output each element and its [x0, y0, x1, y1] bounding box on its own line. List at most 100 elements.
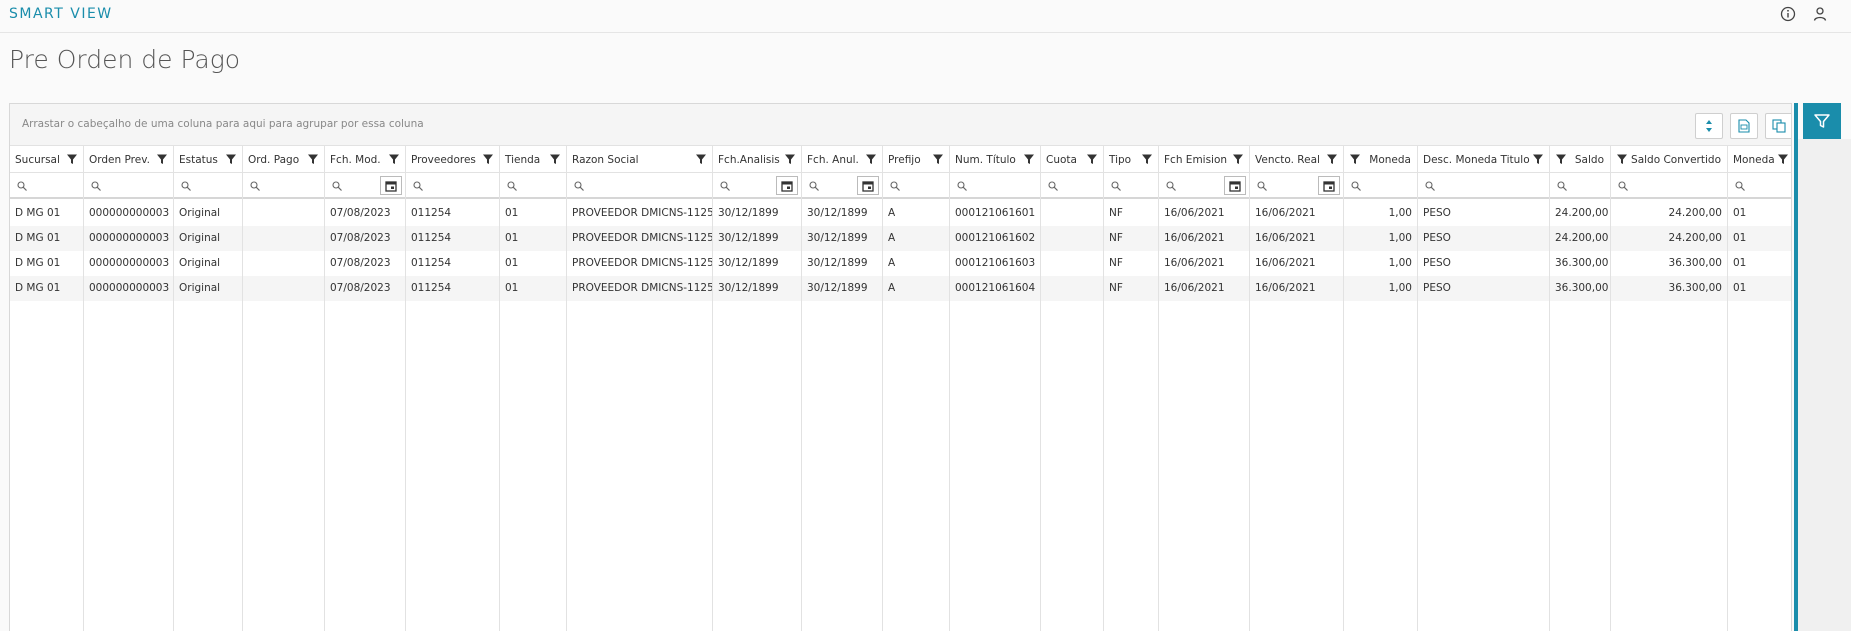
user-icon[interactable] — [1812, 6, 1828, 22]
column-filter-input[interactable] — [1159, 173, 1249, 199]
table-cell[interactable]: 011254 — [406, 201, 499, 226]
column-header[interactable]: Cuota — [1041, 146, 1103, 173]
column-filter-input[interactable] — [1104, 173, 1158, 199]
table-cell[interactable]: PESO — [1418, 201, 1549, 226]
column-filter-input[interactable] — [1728, 173, 1791, 199]
column-header[interactable]: Moneda — [1344, 146, 1417, 173]
column-header[interactable]: Num. Título — [950, 146, 1040, 173]
table-cell[interactable]: 16/06/2021 — [1250, 251, 1343, 276]
table-cell[interactable]: 24.200,00 — [1611, 226, 1727, 251]
table-cell[interactable]: A — [883, 251, 949, 276]
table-cell[interactable]: 36.300,00 — [1611, 251, 1727, 276]
column-header[interactable]: Sucursal — [10, 146, 83, 173]
table-cell[interactable]: 30/12/1899 — [713, 276, 801, 301]
table-cell[interactable]: 24.200,00 — [1550, 226, 1610, 251]
table-cell[interactable]: 16/06/2021 — [1250, 276, 1343, 301]
table-cell[interactable]: 16/06/2021 — [1159, 276, 1249, 301]
column-filter-input[interactable] — [325, 173, 405, 199]
table-cell[interactable]: 01 — [1728, 201, 1791, 226]
table-cell[interactable]: 36.300,00 — [1550, 251, 1610, 276]
table-cell[interactable]: 1,00 — [1344, 226, 1417, 251]
column-header[interactable]: Moneda — [1728, 146, 1791, 173]
table-cell[interactable]: 011254 — [406, 276, 499, 301]
column-filter-input[interactable] — [1250, 173, 1343, 199]
table-cell[interactable]: PROVEEDOR DMICNS-11254 — [567, 276, 712, 301]
export-csv-button[interactable] — [1730, 113, 1758, 139]
table-cell[interactable]: NF — [1104, 251, 1158, 276]
table-cell[interactable] — [243, 226, 324, 251]
column-filter-icon[interactable] — [695, 153, 707, 165]
table-cell[interactable] — [1041, 226, 1103, 251]
column-header[interactable]: Orden Prev. — [84, 146, 173, 173]
table-cell[interactable]: 30/12/1899 — [713, 201, 801, 226]
table-cell[interactable]: 000121061604 — [950, 276, 1040, 301]
table-cell[interactable]: Original — [174, 276, 242, 301]
table-cell[interactable]: 01 — [500, 226, 566, 251]
info-icon[interactable] — [1780, 6, 1796, 22]
table-cell[interactable]: 000000000003 — [84, 276, 173, 301]
column-filter-input[interactable] — [567, 173, 712, 199]
table-cell[interactable]: 000121061603 — [950, 251, 1040, 276]
column-filter-icon[interactable] — [1555, 153, 1567, 165]
table-cell[interactable]: 07/08/2023 — [325, 276, 405, 301]
column-header[interactable]: Vencto. Real — [1250, 146, 1343, 173]
column-filter-input[interactable] — [1418, 173, 1549, 199]
date-picker-button[interactable] — [1318, 176, 1340, 195]
table-cell[interactable]: D MG 01 — [10, 226, 83, 251]
column-filter-input[interactable] — [406, 173, 499, 199]
table-cell[interactable]: 011254 — [406, 226, 499, 251]
column-header[interactable]: Estatus — [174, 146, 242, 173]
column-filter-input[interactable] — [883, 173, 949, 199]
group-by-bar[interactable]: Arrastar o cabeçalho de uma coluna para … — [10, 104, 1791, 146]
table-cell[interactable]: A — [883, 201, 949, 226]
table-cell[interactable]: 30/12/1899 — [713, 226, 801, 251]
copy-button[interactable] — [1765, 113, 1791, 139]
table-cell[interactable]: 000000000003 — [84, 201, 173, 226]
column-filter-input[interactable] — [950, 173, 1040, 199]
table-cell[interactable]: PROVEEDOR DMICNS-11254 — [567, 251, 712, 276]
table-cell[interactable]: 01 — [1728, 276, 1791, 301]
table-cell[interactable]: 36.300,00 — [1550, 276, 1610, 301]
table-cell[interactable]: Original — [174, 251, 242, 276]
table-cell[interactable]: D MG 01 — [10, 251, 83, 276]
table-cell[interactable]: PESO — [1418, 251, 1549, 276]
date-picker-button[interactable] — [380, 176, 402, 195]
table-cell[interactable]: 30/12/1899 — [713, 251, 801, 276]
column-header[interactable]: Razon Social — [567, 146, 712, 173]
column-filter-input[interactable] — [500, 173, 566, 199]
column-header[interactable]: Tienda — [500, 146, 566, 173]
table-cell[interactable]: 01 — [1728, 251, 1791, 276]
table-cell[interactable]: NF — [1104, 276, 1158, 301]
table-cell[interactable]: NF — [1104, 201, 1158, 226]
column-filter-icon[interactable] — [549, 153, 561, 165]
table-cell[interactable]: PROVEEDOR DMICNS-11254 — [567, 226, 712, 251]
column-header[interactable]: Fch. Anul. — [802, 146, 882, 173]
table-cell[interactable]: Original — [174, 201, 242, 226]
table-cell[interactable]: A — [883, 226, 949, 251]
column-filter-icon[interactable] — [388, 153, 400, 165]
table-cell[interactable]: 000121061601 — [950, 201, 1040, 226]
table-cell[interactable]: 01 — [500, 251, 566, 276]
filter-panel-button[interactable] — [1803, 103, 1841, 139]
date-picker-button[interactable] — [857, 176, 879, 195]
table-cell[interactable]: 07/08/2023 — [325, 251, 405, 276]
table-cell[interactable]: PESO — [1418, 226, 1549, 251]
column-filter-icon[interactable] — [1023, 153, 1035, 165]
column-filter-input[interactable] — [802, 173, 882, 199]
column-filter-icon[interactable] — [156, 153, 168, 165]
table-cell[interactable] — [1041, 276, 1103, 301]
column-filter-icon[interactable] — [1616, 153, 1628, 165]
table-cell[interactable]: Original — [174, 226, 242, 251]
column-header[interactable]: Prefijo — [883, 146, 949, 173]
table-cell[interactable]: 16/06/2021 — [1250, 201, 1343, 226]
column-filter-icon[interactable] — [932, 153, 944, 165]
table-cell[interactable]: 01 — [1728, 226, 1791, 251]
table-cell[interactable]: 16/06/2021 — [1159, 251, 1249, 276]
column-filter-input[interactable] — [1550, 173, 1610, 199]
table-cell[interactable]: 000000000003 — [84, 251, 173, 276]
column-filter-input[interactable] — [1611, 173, 1727, 199]
date-picker-button[interactable] — [1224, 176, 1246, 195]
table-cell[interactable] — [1041, 201, 1103, 226]
table-cell[interactable] — [243, 251, 324, 276]
table-cell[interactable]: 30/12/1899 — [802, 251, 882, 276]
